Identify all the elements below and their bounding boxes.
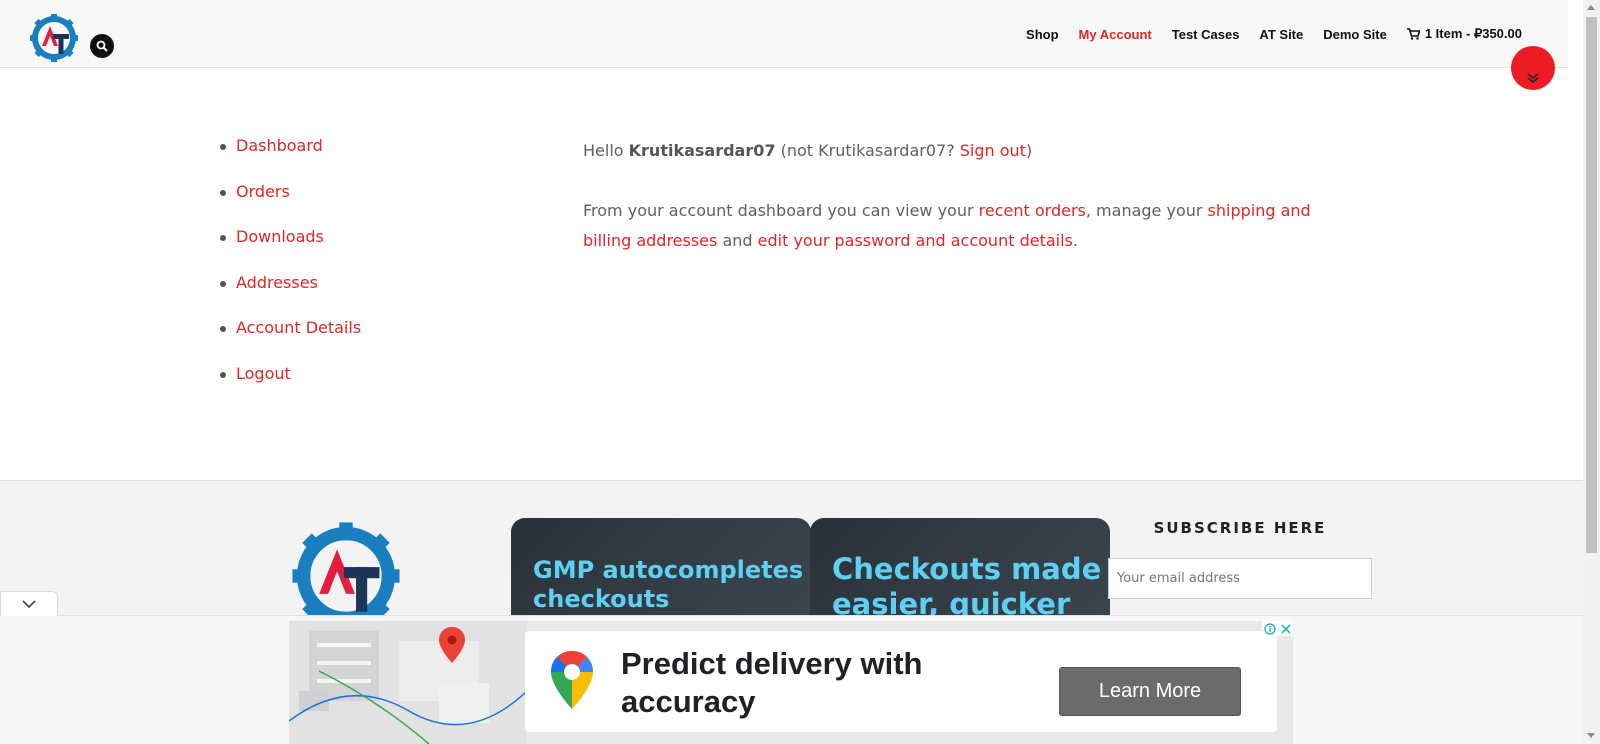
- username: Krutikasardar07: [628, 141, 776, 160]
- double-chevron-down-icon: [1527, 73, 1539, 84]
- account-nav-addresses-link[interactable]: Addresses: [236, 273, 318, 292]
- account-nav-item-addresses: Addresses: [218, 273, 361, 319]
- ad-learn-more-button[interactable]: Learn More: [1059, 667, 1241, 716]
- recent-orders-link[interactable]: recent orders: [979, 201, 1086, 220]
- ad-card: Predict delivery with accuracy Learn Mor…: [525, 631, 1277, 732]
- account-nav-item-account-details: Account Details: [218, 318, 361, 364]
- cart-icon: [1406, 28, 1420, 40]
- scroll-down-arrow-icon[interactable]: [1587, 733, 1595, 738]
- ad-info-icon[interactable]: [1262, 621, 1278, 636]
- account-navigation: Dashboard Orders Downloads Addresses Acc…: [218, 136, 361, 410]
- site-header: Shop My Account Test Cases AT Site Demo …: [0, 0, 1568, 68]
- intro-manage: , manage your: [1085, 201, 1208, 220]
- account-nav-item-dashboard: Dashboard: [218, 136, 361, 182]
- account-details-link[interactable]: edit your password and account details: [758, 231, 1073, 250]
- account-nav-item-orders: Orders: [218, 182, 361, 228]
- account-nav-downloads-link[interactable]: Downloads: [236, 227, 324, 246]
- cart-summary: 1 Item - ₽350.00: [1424, 26, 1522, 41]
- account-nav-logout-link[interactable]: Logout: [236, 364, 291, 383]
- scroll-down-button[interactable]: [1511, 46, 1555, 90]
- account-nav-item-downloads: Downloads: [218, 227, 361, 273]
- greeting: Hello Krutikasardar07 (not Krutikasardar…: [583, 136, 1323, 166]
- greeting-close: ): [1025, 141, 1033, 160]
- nav-my-account[interactable]: My Account: [1079, 27, 1152, 42]
- nav-demo-site[interactable]: Demo Site: [1323, 27, 1387, 42]
- scrollbar-thumb[interactable]: [1586, 17, 1597, 553]
- ad-headline: Predict delivery with accuracy: [621, 646, 923, 719]
- nav-cart[interactable]: 1 Item - ₽350.00: [1406, 26, 1522, 42]
- account-nav-item-logout: Logout: [218, 364, 361, 410]
- subscribe-title: SUBSCRIBE HERE: [1153, 519, 1327, 537]
- dashboard-intro: From your account dashboard you can view…: [583, 196, 1323, 256]
- scroll-up-arrow-icon[interactable]: [1587, 5, 1595, 10]
- search-button[interactable]: [90, 34, 114, 58]
- page-scrollbar[interactable]: [1583, 0, 1600, 744]
- intro-text: From your account dashboard you can view…: [583, 201, 979, 220]
- site-logo[interactable]: [28, 12, 80, 64]
- promo-card-checkouts-text: Checkouts made easier, quicker: [832, 552, 1102, 621]
- ad-collapse-toggle[interactable]: [0, 591, 58, 616]
- ad-image: [289, 621, 528, 744]
- account-nav-dashboard-link[interactable]: Dashboard: [236, 136, 323, 155]
- greeting-hello: Hello: [583, 141, 629, 160]
- intro-period: .: [1072, 231, 1078, 250]
- greeting-not-user: (not Krutikasardar07?: [775, 141, 960, 160]
- search-icon: [96, 40, 108, 52]
- nav-shop[interactable]: Shop: [1026, 27, 1059, 42]
- promo-card-autocomplete-text: GMP autocompletes checkouts: [533, 556, 804, 613]
- maps-pin-icon: [551, 651, 593, 709]
- nav-test-cases[interactable]: Test Cases: [1172, 27, 1240, 42]
- nav-at-site[interactable]: AT Site: [1259, 27, 1303, 42]
- account-nav-orders-link[interactable]: Orders: [236, 182, 290, 201]
- advertisement[interactable]: Predict delivery with accuracy Learn Mor…: [289, 621, 1293, 744]
- chevron-down-icon: [22, 600, 36, 609]
- ad-close-icon[interactable]: [1278, 621, 1293, 636]
- main-nav: Shop My Account Test Cases AT Site Demo …: [1026, 26, 1522, 42]
- account-nav-account-details-link[interactable]: Account Details: [236, 318, 361, 337]
- intro-and: and: [717, 231, 758, 250]
- sign-out-link[interactable]: Sign out: [960, 141, 1026, 160]
- dashboard-content: Hello Krutikasardar07 (not Krutikasardar…: [583, 136, 1323, 286]
- subscribe-email-input[interactable]: [1108, 558, 1372, 599]
